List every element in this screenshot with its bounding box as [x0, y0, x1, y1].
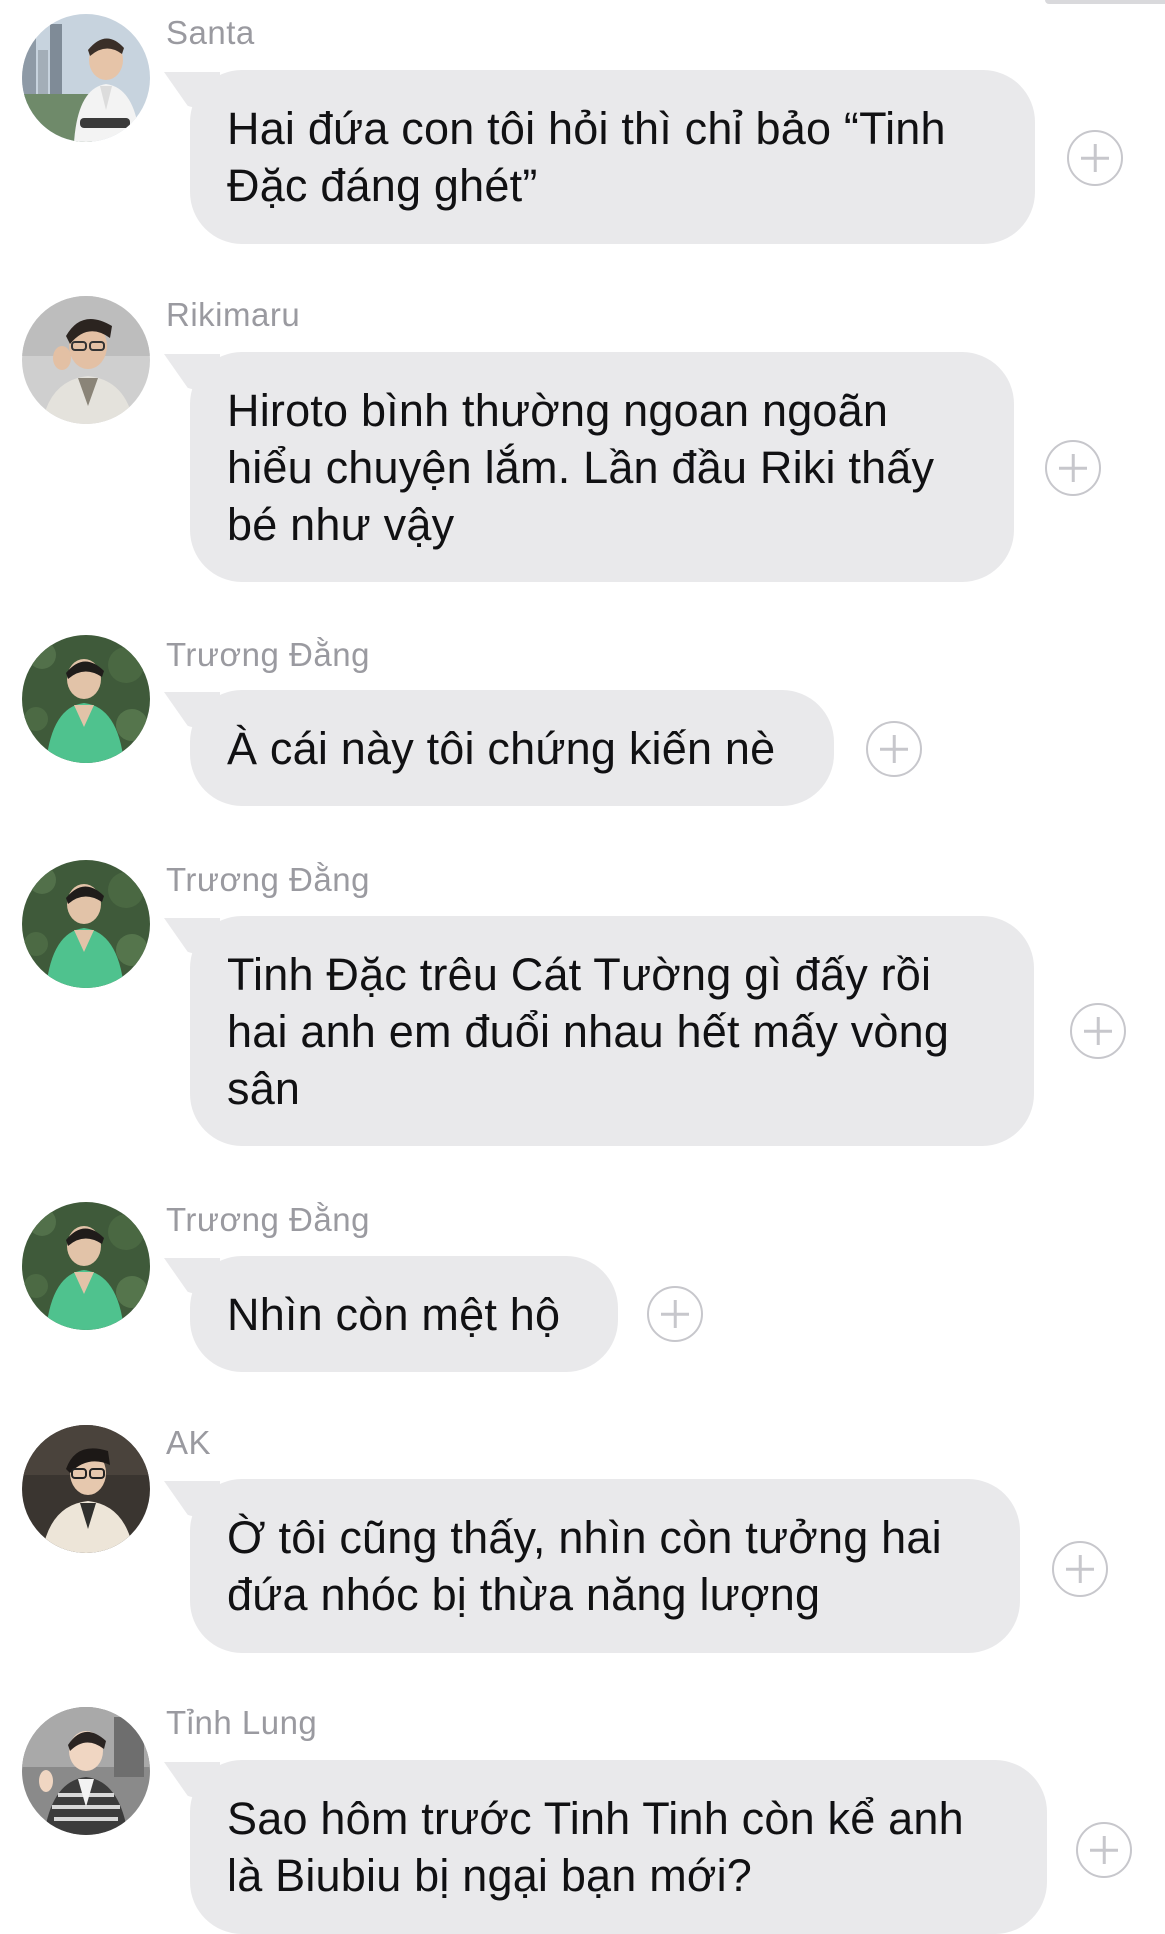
message-text: Ờ tôi cũng thấy, nhìn còn tưởng hai đứa … [227, 1512, 942, 1620]
message-text: Nhìn còn mệt hộ [227, 1289, 561, 1340]
message-bubble[interactable]: Hiroto bình thường ngoan ngoãn hiểu chuy… [190, 352, 1014, 582]
person-photo-rikimaru [22, 296, 150, 424]
sender-name: AK [166, 1424, 212, 1461]
avatar-truong-dang[interactable] [22, 635, 150, 763]
add-reaction-icon[interactable] [1070, 1003, 1126, 1059]
message-text: À cái này tôi chứng kiến nè [227, 723, 776, 774]
person-photo-ak [22, 1425, 150, 1553]
person-photo-truong-dang [22, 1202, 150, 1330]
avatar-tinh-lung[interactable] [22, 1707, 150, 1835]
sender-name: Trương Đằng [166, 861, 370, 898]
message-text: Hai đứa con tôi hỏi thì chỉ bảo “Tinh Đặ… [227, 103, 946, 211]
message-bubble[interactable]: Sao hôm trước Tinh Tinh còn kể anh là Bi… [190, 1760, 1047, 1934]
sender-name: Santa [166, 14, 255, 51]
person-photo-truong-dang [22, 860, 150, 988]
avatar-truong-dang[interactable] [22, 1202, 150, 1330]
person-photo-tinh-lung [22, 1707, 150, 1835]
message-bubble[interactable]: À cái này tôi chứng kiến nè [190, 690, 834, 806]
sender-name: Trương Đằng [166, 1201, 370, 1238]
person-photo-truong-dang [22, 635, 150, 763]
message-text: Sao hôm trước Tinh Tinh còn kể anh là Bi… [227, 1793, 964, 1901]
avatar-rikimaru[interactable] [22, 296, 150, 424]
add-reaction-icon[interactable] [647, 1286, 703, 1342]
message-bubble[interactable]: Nhìn còn mệt hộ [190, 1256, 618, 1372]
message-bubble[interactable]: Ờ tôi cũng thấy, nhìn còn tưởng hai đứa … [190, 1479, 1020, 1653]
sender-name: Tỉnh Lung [166, 1704, 318, 1741]
add-reaction-icon[interactable] [1045, 440, 1101, 496]
top-edge-indicator [1045, 0, 1165, 4]
person-photo-santa [22, 14, 150, 142]
avatar-truong-dang[interactable] [22, 860, 150, 988]
message-bubble[interactable]: Hai đứa con tôi hỏi thì chỉ bảo “Tinh Đặ… [190, 70, 1035, 244]
avatar-santa[interactable] [22, 14, 150, 142]
message-text: Hiroto bình thường ngoan ngoãn hiểu chuy… [227, 385, 935, 550]
sender-name: Trương Đằng [166, 636, 370, 673]
add-reaction-icon[interactable] [1076, 1822, 1132, 1878]
message-text: Tinh Đặc trêu Cát Tường gì đấy rồi hai a… [227, 949, 950, 1114]
message-bubble[interactable]: Tinh Đặc trêu Cát Tường gì đấy rồi hai a… [190, 916, 1034, 1146]
add-reaction-icon[interactable] [1067, 130, 1123, 186]
add-reaction-icon[interactable] [1052, 1541, 1108, 1597]
sender-name: Rikimaru [166, 296, 301, 333]
add-reaction-icon[interactable] [866, 721, 922, 777]
avatar-ak[interactable] [22, 1425, 150, 1553]
